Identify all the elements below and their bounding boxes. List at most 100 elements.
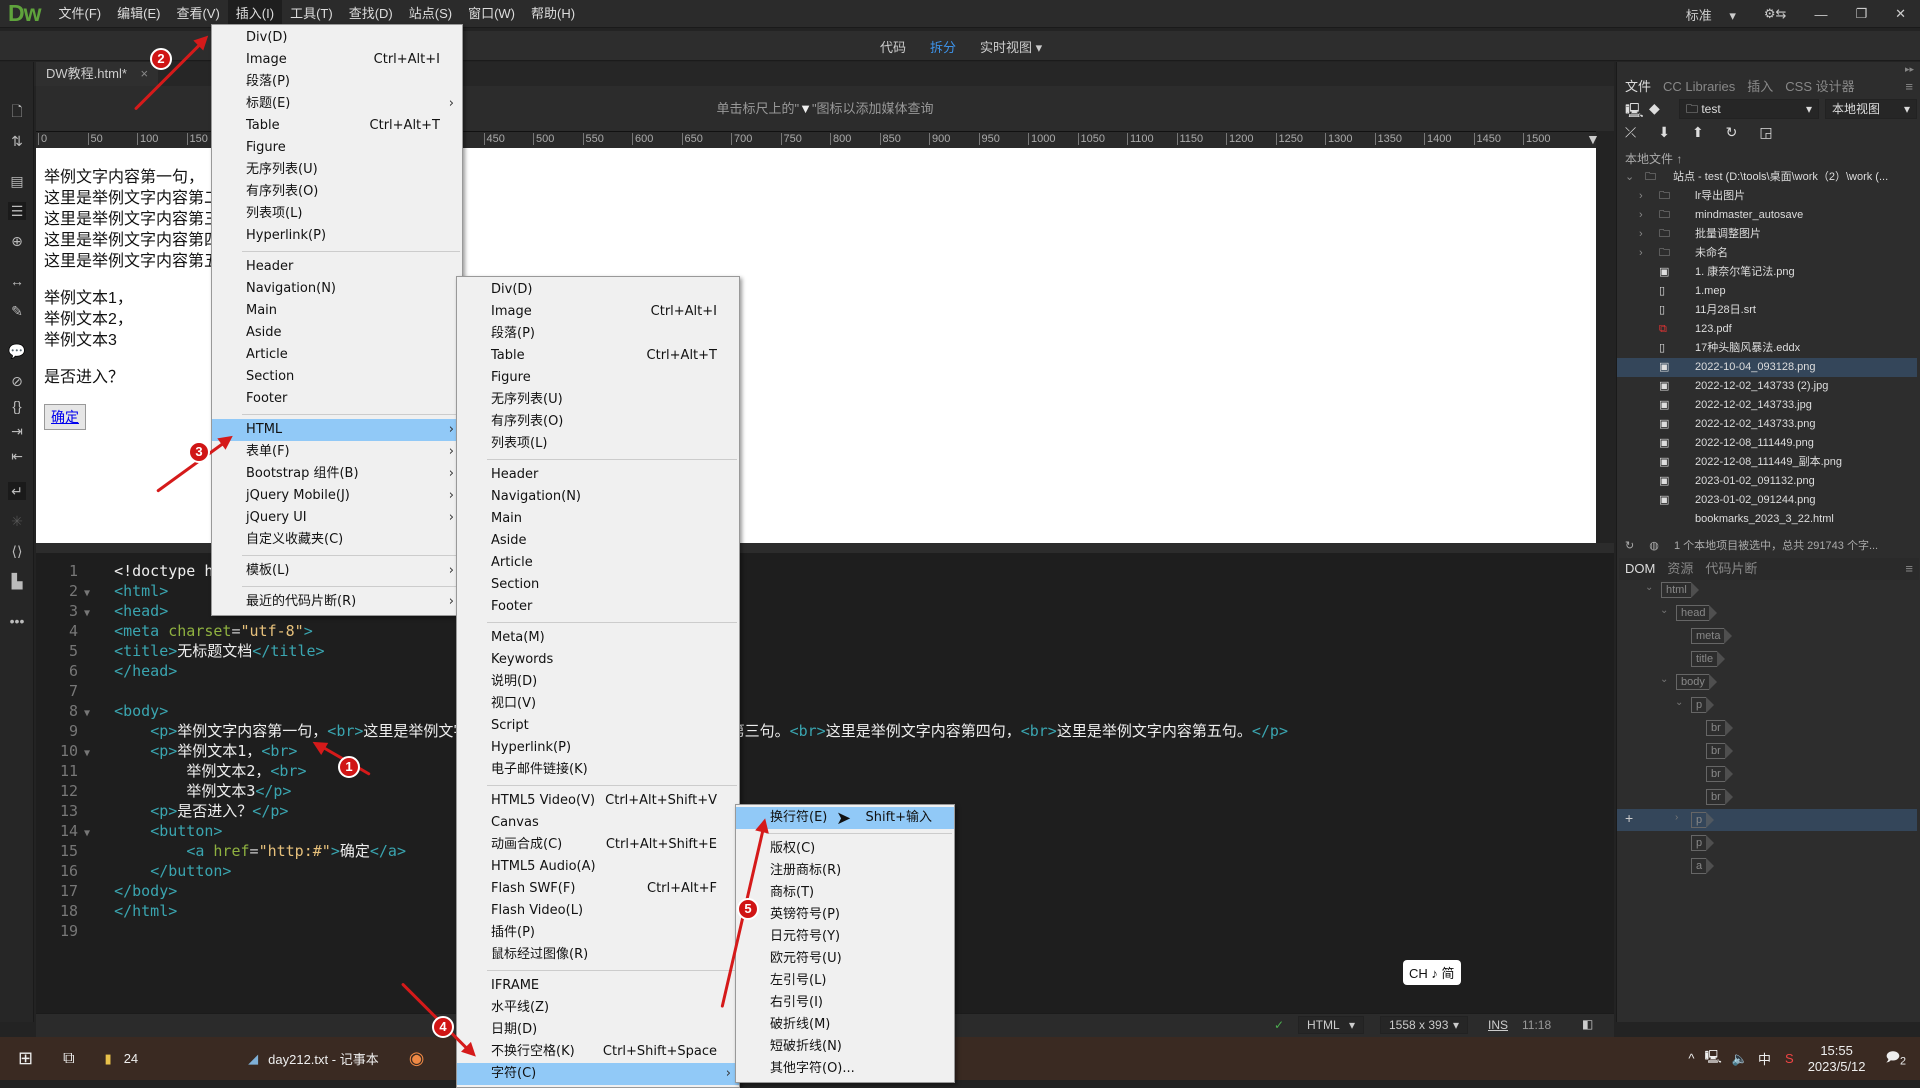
sogou-icon[interactable]: S (1785, 1051, 1794, 1066)
target-icon[interactable]: ⊕ (8, 232, 26, 250)
refresh-icon[interactable]: ↻ (1726, 124, 1738, 141)
insert-menu-item[interactable]: Header (212, 256, 462, 278)
insert-menu-item[interactable]: HTML › (212, 419, 462, 441)
html-submenu-item[interactable]: 鼠标经过图像(R) (457, 944, 739, 966)
tab-dom[interactable]: DOM (1619, 558, 1661, 580)
html-submenu-item[interactable]: 无序列表(U) (457, 389, 739, 411)
insert-menu-item[interactable]: Navigation(N) (212, 278, 462, 300)
html-submenu-item[interactable]: Keywords (457, 649, 739, 671)
dom-caret-icon[interactable]: ⌄ (1675, 697, 1683, 708)
char-submenu-item[interactable]: 短破折线(N) (736, 1036, 954, 1058)
volume-icon[interactable]: 🔈 (1732, 1051, 1748, 1067)
html-submenu-item[interactable]: Navigation(N) (457, 486, 739, 508)
expand-icon[interactable]: ↔ (8, 272, 26, 290)
code-line[interactable]: 12 举例文本3</p> (36, 781, 1614, 801)
remove-comment-icon[interactable]: ⊘ (8, 372, 26, 390)
html-submenu-item[interactable]: 电子邮件链接(K) (457, 759, 739, 781)
insert-menu-item[interactable]: 无序列表(U) (212, 159, 462, 181)
connect-server-icon[interactable]: 🖳 (1625, 100, 1644, 124)
file-item[interactable]: ▯ 17种头脑风暴法.eddx (1617, 339, 1917, 358)
char-submenu-item[interactable]: 版权(C) (736, 838, 954, 860)
file-item[interactable]: ▣ 2022-12-02_143733 (2).jpg (1617, 377, 1917, 396)
html-submenu-item[interactable]: Canvas (457, 812, 739, 834)
insert-menu-item[interactable]: 最近的代码片断(R) › (212, 591, 462, 613)
dom-caret-icon[interactable]: ⌄ (1660, 605, 1668, 616)
dom-caret-icon[interactable]: ⌄ (1645, 582, 1653, 593)
html-submenu-item[interactable]: Header (457, 464, 739, 486)
html-submenu-item[interactable]: Hyperlink(P) (457, 737, 739, 759)
chart-icon[interactable]: ▙ (8, 572, 26, 590)
tab-assets[interactable]: 资源 (1661, 558, 1699, 580)
get-files-icon[interactable]: ⬇ (1658, 124, 1670, 141)
code-line[interactable]: 6 </head> (36, 661, 1614, 681)
file-item[interactable]: › 🗀 批量调整图片 (1617, 225, 1917, 244)
file-item[interactable]: ▣ 2022-12-02_143733.jpg (1617, 396, 1917, 415)
dom-caret-icon[interactable]: › (1675, 812, 1678, 823)
char-submenu-item[interactable]: 欧元符号(U) (736, 948, 954, 970)
dom-node[interactable]: p (1691, 835, 1715, 851)
ime-lang[interactable]: 中 (1758, 1049, 1771, 1068)
insert-menu-item[interactable]: 有序列表(O) (212, 181, 462, 203)
insert-menu-item[interactable]: Figure (212, 137, 462, 159)
html-submenu-item[interactable]: 水平线(Z) (457, 997, 739, 1019)
file-item[interactable]: ⧉ 123.pdf (1617, 320, 1917, 339)
insert-menu-item[interactable]: 模板(L) › (212, 560, 462, 582)
view-select[interactable]: 本地视图 ▾ (1825, 99, 1917, 119)
file-item[interactable]: bookmarks_2023_3_22.html (1617, 510, 1917, 529)
new-file-icon[interactable]: 🗋 (8, 102, 26, 120)
panel-menu-icon[interactable]: ≡ (1899, 76, 1919, 98)
code-line[interactable]: 8 ▼ <body> (36, 701, 1614, 721)
start-button[interactable]: ⊞ (18, 1048, 33, 1069)
indent-icon[interactable]: ⇥ (8, 422, 26, 440)
expand-caret-icon[interactable]: › (1639, 244, 1643, 263)
html-submenu-item[interactable]: IFRAME (457, 975, 739, 997)
insert-menu-item[interactable]: jQuery UI › (212, 507, 462, 529)
char-submenu-item[interactable]: 左引号(L) (736, 970, 954, 992)
insert-menu-item[interactable]: 表单(F) › (212, 441, 462, 463)
html-submenu-item[interactable]: Section (457, 574, 739, 596)
format-source-icon[interactable]: ☰ (8, 202, 26, 220)
document-tab[interactable]: DW教程.html* × (36, 62, 159, 86)
menu-edit[interactable]: 编辑(E) (109, 0, 168, 28)
expand-caret-icon[interactable]: › (1639, 206, 1643, 225)
task-view-icon[interactable]: ⧉ (63, 1050, 74, 1068)
site-select[interactable]: 🗀 test ▾ (1679, 99, 1819, 119)
minimize-button[interactable]: — (1800, 7, 1841, 22)
html-submenu-item[interactable]: Article (457, 552, 739, 574)
split-view-button[interactable]: 拆分 (930, 37, 956, 56)
file-item[interactable]: ▣ 2023-01-02_091244.png (1617, 491, 1917, 510)
menu-window[interactable]: 窗口(W) (460, 0, 523, 28)
html-submenu-item[interactable]: Script (457, 715, 739, 737)
char-submenu-item[interactable]: 英镑符号(P) (736, 904, 954, 926)
menu-file[interactable]: 文件(F) (51, 0, 110, 28)
expand-caret-icon[interactable]: › (1639, 187, 1643, 206)
dom-node[interactable]: p (1691, 697, 1715, 713)
tab-css-designer[interactable]: CSS 设计器 (1779, 76, 1860, 98)
preview-in-browser-icon[interactable]: ◧ (1582, 1017, 1593, 1031)
site-root[interactable]: ⌄ 🗀 站点 - test (D:\tools\桌面\work（2）\work … (1617, 168, 1917, 187)
insert-menu-item[interactable]: Div(D) (212, 27, 462, 49)
dom-node[interactable]: meta (1691, 628, 1734, 644)
live-view-button[interactable]: 实时视图 ▾ (980, 37, 1042, 56)
dom-node[interactable]: title (1691, 651, 1726, 667)
insert-menu-item[interactable]: 标题(E) › (212, 93, 462, 115)
code-line[interactable]: 10 ▼ <p>举例文本1，<br> (36, 741, 1614, 761)
collapse-panel-icon[interactable]: ▸▸ (1905, 64, 1914, 75)
code-line[interactable]: 9 <p>举例文字内容第一句，<br>这里是举例文字内容第二句，<br>这里是举… (36, 721, 1614, 741)
add-element-icon[interactable]: + (1625, 810, 1633, 826)
expand-view-icon[interactable]: ◲ (1759, 124, 1772, 141)
insert-menu-item[interactable]: jQuery Mobile(J) › (212, 485, 462, 507)
insert-menu-item[interactable]: Footer (212, 388, 462, 410)
window-size-select[interactable]: 1558 x 393 ▾ (1380, 1016, 1468, 1034)
apply-source-icon[interactable]: ↵ (8, 482, 26, 500)
disconnect-icon[interactable]: ⤫ (1625, 124, 1636, 141)
expand-caret-icon[interactable]: › (1639, 225, 1643, 244)
media-query-marker-icon[interactable]: ▼ (1586, 131, 1600, 147)
file-item[interactable]: › 🗀 未命名 (1617, 244, 1917, 263)
taskbar-notepad[interactable]: day212.txt - 记事本 (268, 1049, 379, 1068)
put-files-icon[interactable]: ⬆ (1692, 124, 1704, 141)
html-submenu-item[interactable]: Footer (457, 596, 739, 618)
dom-node[interactable]: br (1706, 766, 1733, 782)
html-submenu-item[interactable]: 不换行空格(K) Ctrl+Shift+Space (457, 1041, 739, 1063)
insert-menu-item[interactable]: Article (212, 344, 462, 366)
